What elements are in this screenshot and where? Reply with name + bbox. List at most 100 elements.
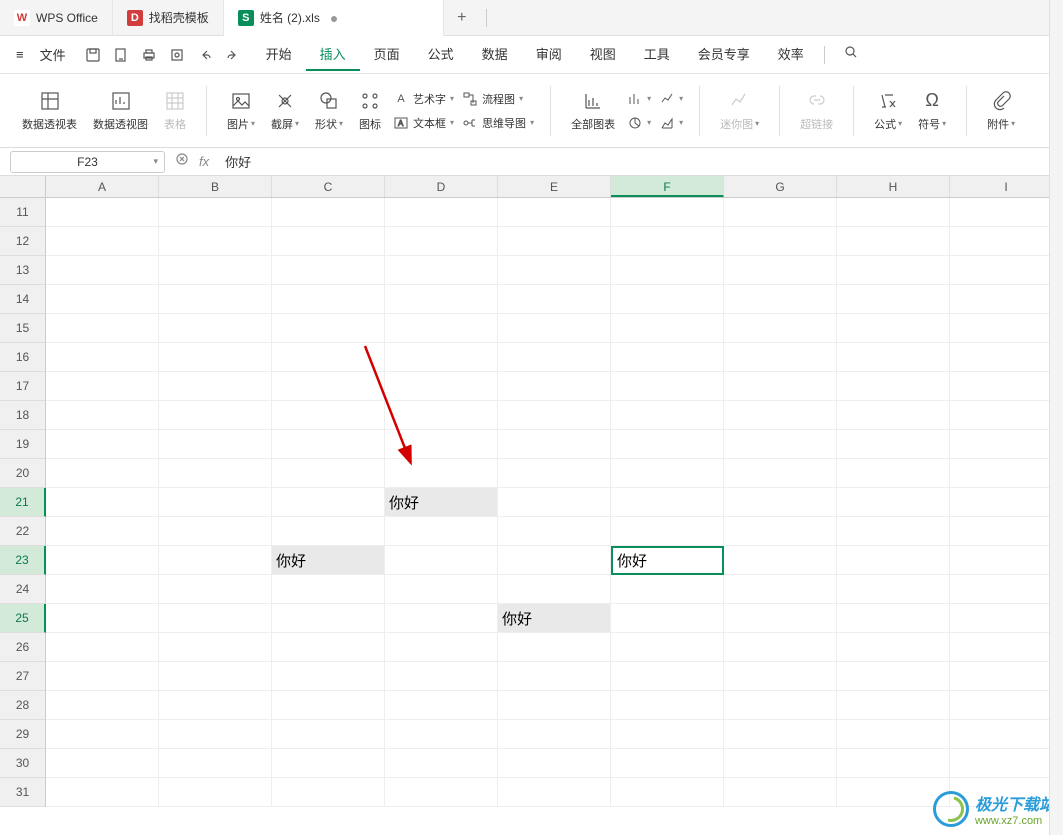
cell-I19[interactable] xyxy=(950,430,1063,459)
add-tab-button[interactable]: + xyxy=(444,9,480,27)
cell-H12[interactable] xyxy=(837,227,950,256)
col-header-D[interactable]: D xyxy=(385,176,498,197)
cell-F15[interactable] xyxy=(611,314,724,343)
cell-F21[interactable] xyxy=(611,488,724,517)
cell-B31[interactable] xyxy=(159,778,272,807)
cell-A22[interactable] xyxy=(46,517,159,546)
cancel-icon[interactable] xyxy=(175,152,189,171)
cell-F24[interactable] xyxy=(611,575,724,604)
menu-item-公式[interactable]: 公式 xyxy=(414,38,468,71)
cell-G21[interactable] xyxy=(724,488,837,517)
area-chart-button[interactable]: ▾ xyxy=(655,113,687,133)
cell-G31[interactable] xyxy=(724,778,837,807)
cell-C24[interactable] xyxy=(272,575,385,604)
cell-H17[interactable] xyxy=(837,372,950,401)
cell-E12[interactable] xyxy=(498,227,611,256)
cell-G11[interactable] xyxy=(724,198,837,227)
cell-E11[interactable] xyxy=(498,198,611,227)
cell-A30[interactable] xyxy=(46,749,159,778)
col-header-E[interactable]: E xyxy=(498,176,611,197)
cell-D28[interactable] xyxy=(385,691,498,720)
cell-B22[interactable] xyxy=(159,517,272,546)
row-header-30[interactable]: 30 xyxy=(0,749,46,778)
textbox-button[interactable]: A文本框▾ xyxy=(389,113,458,133)
cell-I28[interactable] xyxy=(950,691,1063,720)
cell-E19[interactable] xyxy=(498,430,611,459)
cell-B24[interactable] xyxy=(159,575,272,604)
cell-B13[interactable] xyxy=(159,256,272,285)
symbol-button[interactable]: Ω 符号▾ xyxy=(910,90,954,132)
cell-C23[interactable]: 你好 xyxy=(272,546,385,575)
cell-A13[interactable] xyxy=(46,256,159,285)
cell-I21[interactable] xyxy=(950,488,1063,517)
cell-H26[interactable] xyxy=(837,633,950,662)
cell-D24[interactable] xyxy=(385,575,498,604)
cell-A19[interactable] xyxy=(46,430,159,459)
cell-E26[interactable] xyxy=(498,633,611,662)
cell-H19[interactable] xyxy=(837,430,950,459)
cell-C17[interactable] xyxy=(272,372,385,401)
cell-C26[interactable] xyxy=(272,633,385,662)
cell-B23[interactable] xyxy=(159,546,272,575)
cell-E23[interactable] xyxy=(498,546,611,575)
cell-H21[interactable] xyxy=(837,488,950,517)
cell-F29[interactable] xyxy=(611,720,724,749)
cell-C31[interactable] xyxy=(272,778,385,807)
cell-A25[interactable] xyxy=(46,604,159,633)
cell-D23[interactable] xyxy=(385,546,498,575)
cell-H27[interactable] xyxy=(837,662,950,691)
cell-C29[interactable] xyxy=(272,720,385,749)
cell-D12[interactable] xyxy=(385,227,498,256)
cell-G24[interactable] xyxy=(724,575,837,604)
app-title-tab[interactable]: W WPS Office xyxy=(0,0,113,36)
cell-D25[interactable] xyxy=(385,604,498,633)
fx-icon[interactable]: fx xyxy=(199,154,209,169)
cell-D30[interactable] xyxy=(385,749,498,778)
pie-chart-button[interactable]: ▾ xyxy=(623,113,655,133)
menu-item-会员专享[interactable]: 会员专享 xyxy=(684,38,764,71)
print-icon[interactable] xyxy=(140,46,158,64)
cell-I18[interactable] xyxy=(950,401,1063,430)
cell-E27[interactable] xyxy=(498,662,611,691)
cell-A15[interactable] xyxy=(46,314,159,343)
cell-G13[interactable] xyxy=(724,256,837,285)
row-header-25[interactable]: 25 xyxy=(0,604,46,633)
cell-F30[interactable] xyxy=(611,749,724,778)
cell-H30[interactable] xyxy=(837,749,950,778)
cell-C30[interactable] xyxy=(272,749,385,778)
cell-B28[interactable] xyxy=(159,691,272,720)
cell-A29[interactable] xyxy=(46,720,159,749)
wordart-button[interactable]: A艺术字▾ xyxy=(389,89,458,109)
cell-A16[interactable] xyxy=(46,343,159,372)
cell-G19[interactable] xyxy=(724,430,837,459)
cell-F26[interactable] xyxy=(611,633,724,662)
row-header-31[interactable]: 31 xyxy=(0,778,46,807)
menu-item-工具[interactable]: 工具 xyxy=(630,38,684,71)
cell-F14[interactable] xyxy=(611,285,724,314)
cell-F25[interactable] xyxy=(611,604,724,633)
cell-A11[interactable] xyxy=(46,198,159,227)
cell-A21[interactable] xyxy=(46,488,159,517)
cell-G15[interactable] xyxy=(724,314,837,343)
cell-B27[interactable] xyxy=(159,662,272,691)
row-header-15[interactable]: 15 xyxy=(0,314,46,343)
cell-B16[interactable] xyxy=(159,343,272,372)
cell-D27[interactable] xyxy=(385,662,498,691)
cell-D26[interactable] xyxy=(385,633,498,662)
cell-E18[interactable] xyxy=(498,401,611,430)
cell-D11[interactable] xyxy=(385,198,498,227)
cell-D13[interactable] xyxy=(385,256,498,285)
cell-D15[interactable] xyxy=(385,314,498,343)
cell-C19[interactable] xyxy=(272,430,385,459)
icon-button[interactable]: 图标 xyxy=(351,90,389,132)
select-all-corner[interactable] xyxy=(0,176,46,197)
cell-G23[interactable] xyxy=(724,546,837,575)
cell-H20[interactable] xyxy=(837,459,950,488)
cell-H14[interactable] xyxy=(837,285,950,314)
cell-B30[interactable] xyxy=(159,749,272,778)
row-header-14[interactable]: 14 xyxy=(0,285,46,314)
cell-I22[interactable] xyxy=(950,517,1063,546)
cell-A31[interactable] xyxy=(46,778,159,807)
row-header-16[interactable]: 16 xyxy=(0,343,46,372)
save-icon[interactable] xyxy=(84,46,102,64)
